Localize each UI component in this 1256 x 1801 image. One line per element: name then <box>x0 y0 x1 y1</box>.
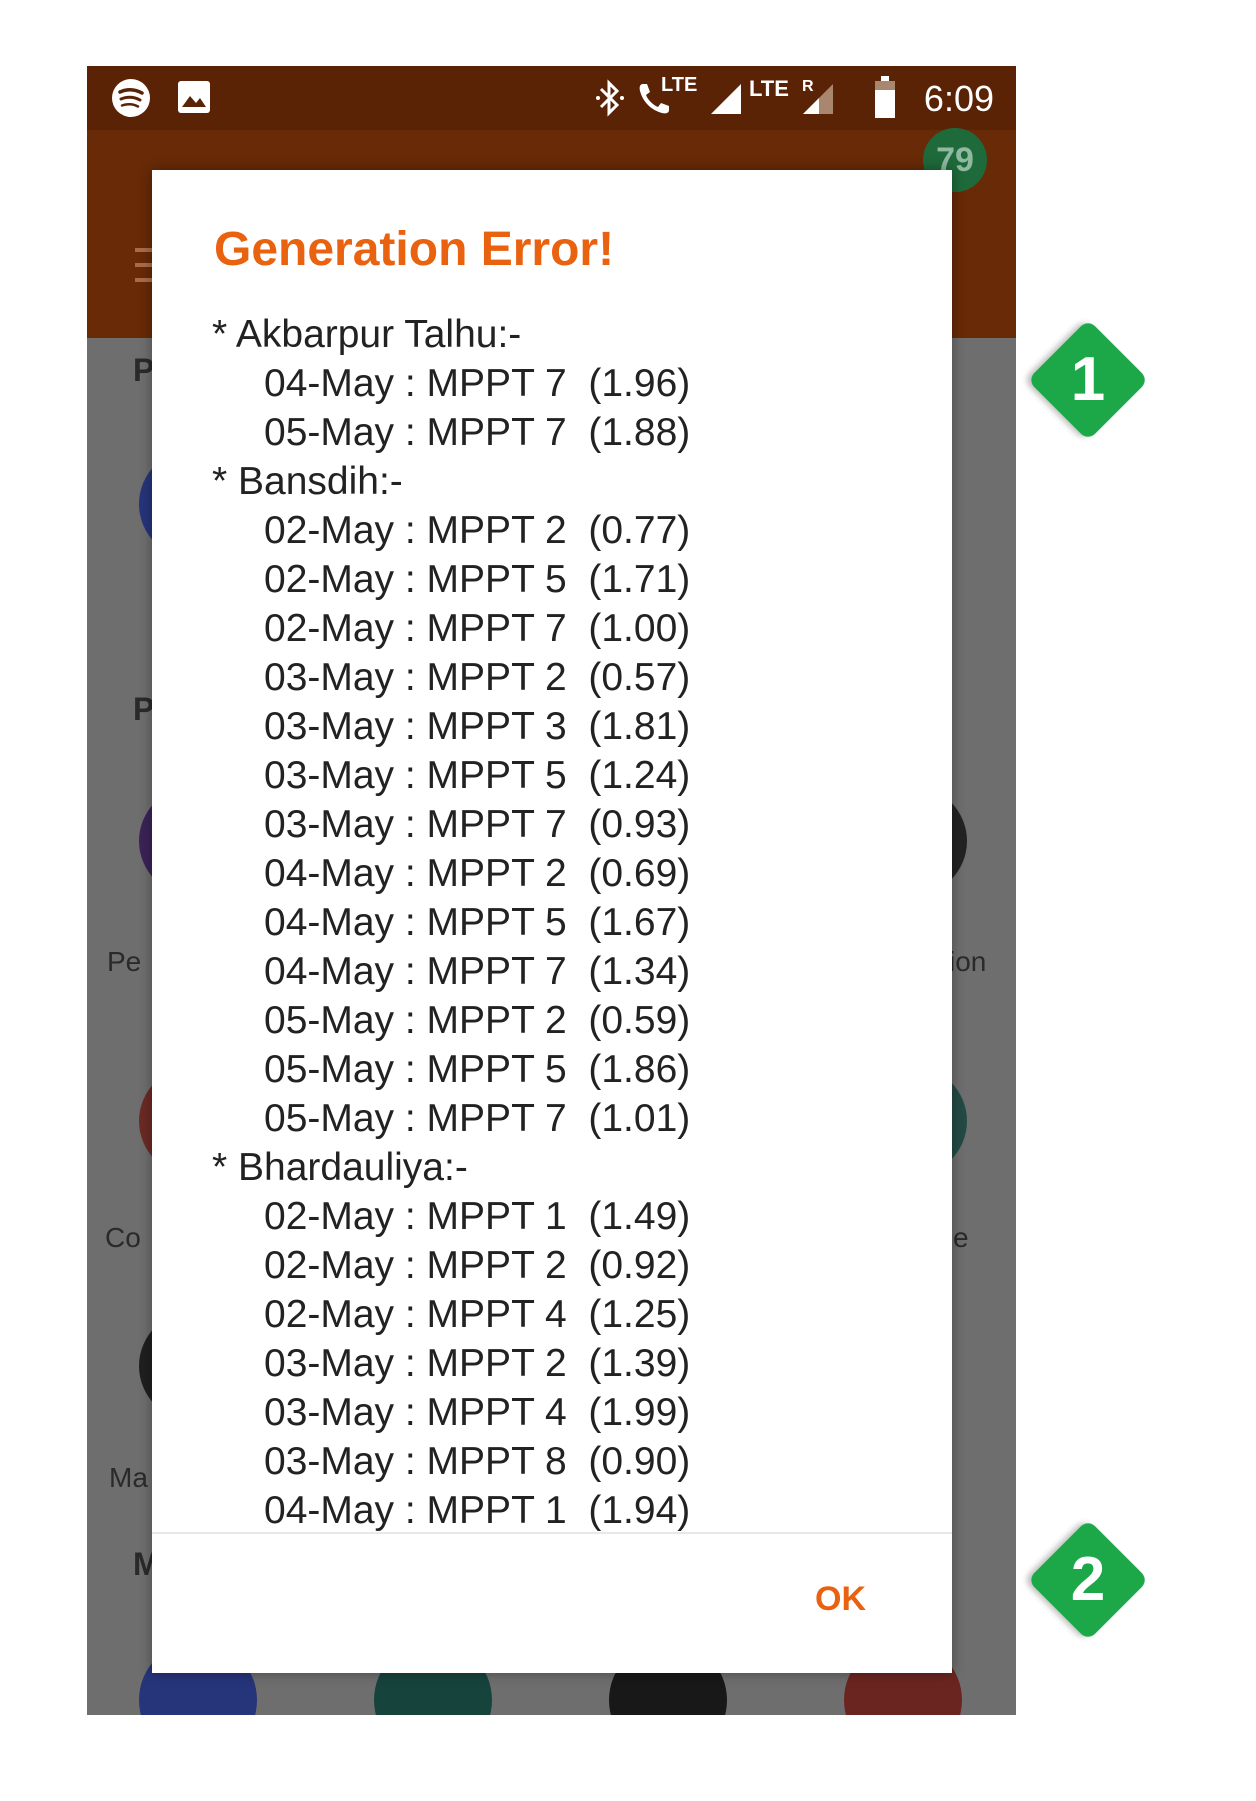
error-entry: 02-May : MPPT 4 (1.25) <box>264 1293 691 1336</box>
image-icon <box>177 80 211 119</box>
bg-label: Co <box>105 1222 141 1253</box>
error-entry: 02-May : MPPT 5 (1.71) <box>264 558 691 601</box>
annotation-marker-1: 1 <box>1018 310 1158 450</box>
generation-error-dialog: Generation Error! * Akbarpur Talhu:- 04-M… <box>152 170 952 1673</box>
bg-label: ion <box>949 946 987 977</box>
error-entry: 05-May : MPPT 7 (1.01) <box>264 1097 691 1140</box>
error-entry: 02-May : MPPT 2 (0.92) <box>264 1244 691 1287</box>
signal-icon <box>709 80 743 121</box>
error-entry: 05-May : MPPT 5 (1.86) <box>264 1048 691 1091</box>
site-header: * Bansdih:- <box>212 460 403 503</box>
marker-number: 2 <box>1070 1545 1106 1614</box>
battery-icon <box>873 76 897 125</box>
error-entry: 03-May : MPPT 5 (1.24) <box>264 754 691 797</box>
marker-number: 1 <box>1070 345 1106 414</box>
dialog-title: Generation Error! <box>214 223 615 276</box>
status-bar: LTE LTE R 6:09 <box>87 66 1016 130</box>
spotify-icon <box>111 78 151 123</box>
dialog-message[interactable]: * Akbarpur Talhu:- 04-May : MPPT 7 (1.96)… <box>212 310 932 1532</box>
error-entry: 03-May : MPPT 2 (1.39) <box>264 1342 691 1385</box>
bg-label: e <box>953 1222 969 1253</box>
error-entry: 02-May : MPPT 1 (1.49) <box>264 1195 691 1238</box>
annotation-marker-2: 2 <box>1018 1510 1158 1650</box>
signal-roaming-icon <box>801 80 835 121</box>
error-entry: 04-May : MPPT 7 (1.96) <box>264 362 691 405</box>
error-entry: 03-May : MPPT 4 (1.99) <box>264 1391 691 1434</box>
error-entry: 05-May : MPPT 7 (1.88) <box>264 411 691 454</box>
lte-label: LTE <box>661 74 698 96</box>
error-entry: 04-May : MPPT 5 (1.67) <box>264 901 691 944</box>
bluetooth-icon <box>595 78 625 123</box>
error-entry: 03-May : MPPT 8 (0.90) <box>264 1440 691 1483</box>
error-entry: 03-May : MPPT 7 (0.93) <box>264 803 691 846</box>
error-entry: 03-May : MPPT 3 (1.81) <box>264 705 691 748</box>
site-header: * Akbarpur Talhu:- <box>212 313 522 356</box>
dialog-divider <box>152 1532 952 1534</box>
error-entry: 05-May : MPPT 2 (0.59) <box>264 999 691 1042</box>
ok-button[interactable]: OK <box>815 1580 866 1619</box>
bg-label: Ma <box>109 1462 148 1493</box>
lte-label-2: LTE <box>749 76 789 101</box>
error-entry: 03-May : MPPT 2 (0.57) <box>264 656 691 699</box>
site-header: * Bhardauliya:- <box>212 1146 468 1189</box>
error-entry: 04-May : MPPT 1 (1.94) <box>264 1489 691 1532</box>
error-entry: 02-May : MPPT 7 (1.00) <box>264 607 691 650</box>
error-entry: 04-May : MPPT 7 (1.34) <box>264 950 691 993</box>
error-entry: 02-May : MPPT 2 (0.77) <box>264 509 691 552</box>
clock: 6:09 <box>923 78 994 119</box>
error-entry: 04-May : MPPT 2 (0.69) <box>264 852 691 895</box>
bg-label: Pe <box>107 946 142 977</box>
